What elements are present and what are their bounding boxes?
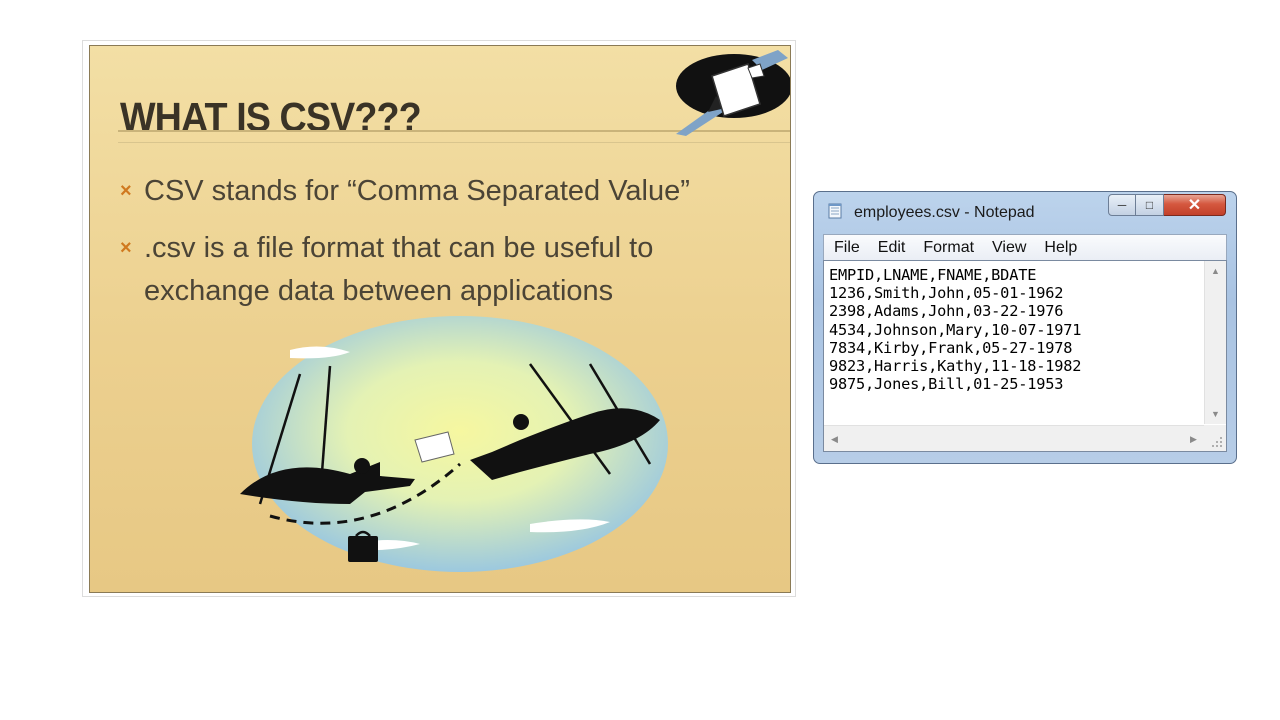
bullet-text: .csv is a file format that can be useful… <box>144 232 654 307</box>
scroll-right-icon[interactable]: ▶ <box>1183 429 1204 449</box>
text-editor-area[interactable]: EMPID,LNAME,FNAME,BDATE 1236,Smith,John,… <box>823 260 1227 452</box>
bullet-item: × CSV stands for “Comma Separated Value” <box>120 170 780 213</box>
menu-help[interactable]: Help <box>1044 239 1077 257</box>
notepad-window[interactable]: employees.csv - Notepad ─ □ ✕ File Edit … <box>813 191 1237 464</box>
menu-file[interactable]: File <box>834 239 860 257</box>
horizontal-scrollbar[interactable]: ◀ ▶ <box>824 425 1204 451</box>
notepad-titlebar[interactable]: employees.csv - Notepad ─ □ ✕ <box>814 192 1236 226</box>
window-controls: ─ □ ✕ <box>1108 194 1226 218</box>
text-line: 4534,Johnson,Mary,10-07-1971 <box>829 320 1082 339</box>
text-line: 7834,Kirby,Frank,05-27-1978 <box>829 338 1073 357</box>
bullet-x-icon: × <box>120 180 132 202</box>
scroll-down-icon[interactable]: ▼ <box>1205 404 1226 424</box>
vertical-scrollbar[interactable]: ▲ ▼ <box>1204 261 1226 424</box>
text-line: 9875,Jones,Bill,01-25-1953 <box>829 375 1064 394</box>
text-line: 2398,Adams,John,03-22-1976 <box>829 302 1064 321</box>
scroll-left-icon[interactable]: ◀ <box>824 429 845 449</box>
maximize-icon: □ <box>1145 198 1154 212</box>
window-title: employees.csv - Notepad <box>854 204 1035 221</box>
bullet-text: CSV stands for “Comma Separated Value” <box>144 175 690 207</box>
menu-format[interactable]: Format <box>923 239 974 257</box>
presentation-slide: WHAT IS CSV??? × CSV stands for “Comma S… <box>89 45 791 593</box>
bullet-item: × .csv is a file format that can be usef… <box>120 227 780 313</box>
text-line: 1236,Smith,John,05-01-1962 <box>829 284 1064 303</box>
resize-grip-icon[interactable] <box>1204 425 1226 451</box>
close-icon: ✕ <box>1187 197 1202 214</box>
slide-frame: WHAT IS CSV??? × CSV stands for “Comma S… <box>82 40 796 597</box>
minimize-icon: ─ <box>1117 198 1127 212</box>
scroll-up-icon[interactable]: ▲ <box>1205 261 1226 281</box>
text-line: EMPID,LNAME,FNAME,BDATE <box>829 266 1037 284</box>
csv-content[interactable]: EMPID,LNAME,FNAME,BDATE 1236,Smith,John,… <box>829 266 1081 393</box>
document-handoff-clipart <box>676 50 790 136</box>
maximize-button[interactable]: □ <box>1136 194 1164 216</box>
notepad-app-icon <box>828 203 842 219</box>
menu-bar: File Edit Format View Help <box>823 234 1227 260</box>
title-divider-secondary <box>118 142 790 143</box>
bullet-x-icon: × <box>120 237 132 259</box>
menu-view[interactable]: View <box>992 239 1026 257</box>
trapeze-businessmen-clipart <box>240 316 668 572</box>
text-line: 9823,Harris,Kathy,11-18-1982 <box>829 357 1082 376</box>
slide-title: WHAT IS CSV??? <box>120 94 422 140</box>
close-button[interactable]: ✕ <box>1164 194 1226 216</box>
menu-edit[interactable]: Edit <box>878 239 906 257</box>
minimize-button[interactable]: ─ <box>1108 194 1136 216</box>
